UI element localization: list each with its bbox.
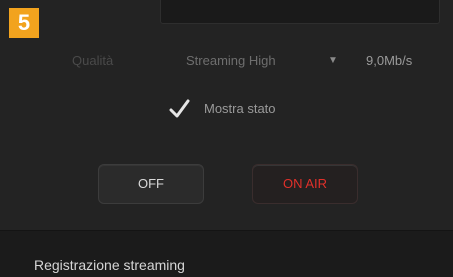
quality-select[interactable]: Streaming High ▼ bbox=[176, 49, 346, 73]
quality-select-value: Streaming High bbox=[186, 53, 276, 68]
bitrate-value: 9,0Mb/s bbox=[366, 53, 413, 68]
chevron-down-icon: ▼ bbox=[328, 55, 338, 66]
step-badge: 5 bbox=[9, 8, 39, 38]
show-status-label: Mostra stato bbox=[204, 101, 276, 116]
quality-label: Qualità bbox=[72, 53, 114, 68]
on-air-button[interactable]: ON AIR bbox=[252, 164, 358, 204]
section-header: Registrazione streaming bbox=[0, 231, 453, 277]
checkbox-checked-icon[interactable] bbox=[168, 98, 190, 120]
quality-row: Qualità Streaming High ▼ 9,0Mb/s bbox=[0, 49, 453, 75]
top-field[interactable] bbox=[160, 0, 440, 24]
off-button[interactable]: OFF bbox=[98, 164, 204, 204]
streaming-panel: 5 Qualità Streaming High ▼ 9,0Mb/s Mostr… bbox=[0, 0, 453, 231]
section-title: Registrazione streaming bbox=[34, 257, 185, 273]
